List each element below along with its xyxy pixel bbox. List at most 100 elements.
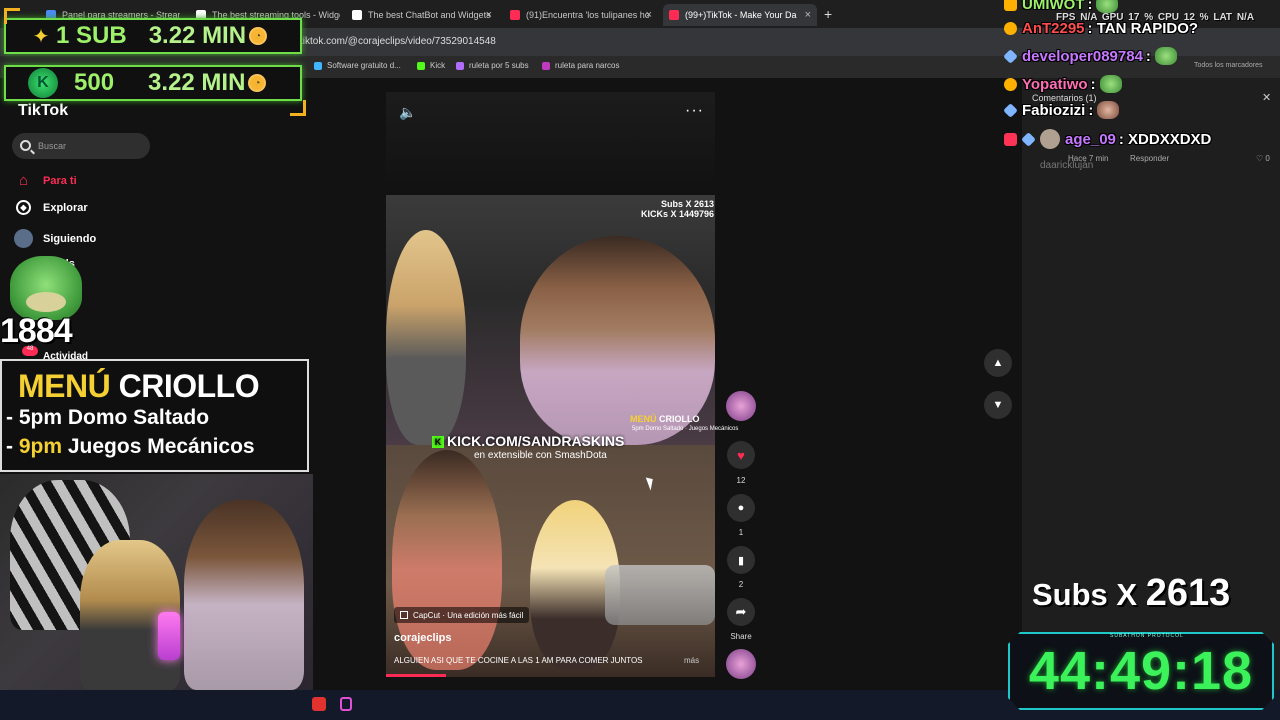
- chat-emote: [1097, 101, 1120, 119]
- activity-badge: 48: [22, 346, 38, 356]
- bookmark-icon: [542, 61, 550, 70]
- volume-icon[interactable]: 🔈: [399, 104, 416, 121]
- sidebar-item-label: Siguiendo: [43, 232, 97, 245]
- close-icon[interactable]: ×: [486, 9, 492, 21]
- bookmark-item[interactable]: ruleta por 5 subs: [456, 61, 529, 70]
- clock-icon: ◔: [248, 74, 267, 92]
- chat-message: developer089784 :: [1003, 47, 1177, 65]
- capcut-tag[interactable]: CapCut · Una edición más fácil: [394, 607, 530, 623]
- video-top-area: [386, 92, 715, 195]
- chat-message: UMIWOT :: [1004, 0, 1119, 13]
- share-icon: ➦: [735, 604, 747, 619]
- chat-text: :: [1087, 0, 1093, 13]
- video-person-left: [386, 230, 466, 445]
- taskbar-app-icon[interactable]: [312, 697, 326, 711]
- chat-emote: [1099, 75, 1122, 93]
- chat-message: AnT2295 : TAN RAPIDO?: [1004, 20, 1198, 37]
- tab-favicon: [510, 10, 520, 20]
- home-icon: ⌂: [18, 172, 29, 189]
- video-kick-url: K KICK.COM/SANDRASKINS: [432, 433, 624, 449]
- illustration-pots: [605, 565, 715, 625]
- sidebar-item-explorar[interactable]: ◆ Explorar: [14, 200, 88, 215]
- share-label: Share: [730, 632, 752, 641]
- chat-message: age_09 : XDDXXDXD: [1004, 129, 1211, 149]
- browser-tab-active[interactable]: (99+)TikTok - Make Your Da ×: [663, 4, 817, 26]
- chevron-down-icon: ▼: [992, 399, 1004, 411]
- tab-favicon: [669, 10, 679, 20]
- caption-more-link[interactable]: más: [684, 656, 699, 665]
- bookmark-label: Kick: [430, 61, 446, 70]
- browser-tab[interactable]: The best ChatBot and Widgets ×: [346, 4, 498, 26]
- sidebar-item-para-ti[interactable]: ⌂ Para ti: [14, 171, 77, 190]
- video-menu-a: MENÚ: [630, 414, 657, 424]
- menu-item-prefix: -: [6, 435, 19, 458]
- comment-count: 1: [738, 528, 744, 537]
- heart-icon: ♥: [737, 447, 745, 463]
- share-button[interactable]: ➦: [727, 598, 755, 626]
- bookmark-item[interactable]: Software gratuito d...: [314, 61, 401, 70]
- creator-avatar[interactable]: [726, 391, 756, 421]
- previous-video-button[interactable]: ▲: [984, 349, 1012, 377]
- comment-icon: ●: [737, 502, 745, 514]
- video-author[interactable]: corajeclips: [394, 632, 451, 644]
- music-disc-avatar[interactable]: [726, 649, 756, 679]
- chat-username: Fabiozizi: [1022, 101, 1086, 119]
- taskbar-app-icon[interactable]: [340, 697, 352, 711]
- bookmark-item[interactable]: Kick: [417, 61, 445, 70]
- subs-label: Subs X: [1032, 577, 1138, 612]
- sidebar-item-siguiendo[interactable]: Siguiendo: [14, 229, 96, 248]
- chat-badge: [1004, 77, 1017, 91]
- like-count: 12: [736, 476, 746, 485]
- new-tab-button[interactable]: +: [824, 6, 832, 22]
- like-button[interactable]: ♥: [727, 441, 755, 469]
- all-bookmarks[interactable]: Todos los marcadores: [1194, 62, 1262, 69]
- avatar: [1040, 129, 1060, 149]
- heart-outline-icon: ♡: [1256, 154, 1264, 163]
- chat-username: Yopatiwo: [1022, 75, 1088, 93]
- save-button[interactable]: ▮: [727, 546, 755, 574]
- chat-message: Yopatiwo :: [1004, 75, 1122, 93]
- chat-text: :: [1145, 47, 1151, 65]
- sidebar-item-label: Explorar: [43, 201, 88, 214]
- next-video-button[interactable]: ▼: [984, 391, 1012, 419]
- close-icon[interactable]: ×: [646, 9, 652, 21]
- capcut-icon: [400, 611, 408, 619]
- menu-item-text: Domo Saltado: [62, 406, 210, 429]
- comment-username[interactable]: daarickluján: [1040, 160, 1093, 171]
- following-icon: [14, 229, 33, 248]
- tiktok-logo[interactable]: TikTok: [18, 102, 68, 120]
- chat-text: :: [1088, 101, 1094, 119]
- kick-icon: K: [432, 436, 444, 448]
- video-kick-url-text: KICK.COM/SANDRASKINS: [447, 433, 625, 449]
- chat-text: :: [1090, 75, 1096, 93]
- webcam-lamp: [158, 612, 180, 660]
- bookmark-label: Software gratuito d...: [327, 61, 401, 70]
- subathon-timer: 44:49:18: [1028, 641, 1254, 701]
- frog-emote: [10, 256, 82, 320]
- reply-button[interactable]: Responder: [1130, 154, 1169, 163]
- close-icon[interactable]: ×: [805, 9, 811, 21]
- video-menu-overlay: MENÚ CRIOLLO: [630, 414, 700, 424]
- more-options-icon[interactable]: ···: [685, 102, 704, 120]
- comment-like[interactable]: ♡ 0: [1256, 154, 1270, 163]
- browser-tab[interactable]: (91)Encuentra 'los tulipanes ho ×: [504, 4, 658, 26]
- clock-icon: ◔: [249, 27, 268, 45]
- search-input[interactable]: [12, 133, 150, 159]
- bookmark-item[interactable]: ruleta para narcos: [542, 61, 619, 70]
- comment-button[interactable]: ●: [727, 494, 755, 522]
- diamond-badge-icon: [1003, 102, 1018, 118]
- chat-text: : XDDXXDXD: [1118, 130, 1212, 148]
- video-progress-bar[interactable]: [386, 674, 446, 677]
- video-kick-subtext: en extensible con SmashDota: [474, 450, 607, 461]
- diamond-badge-icon: [1021, 131, 1036, 147]
- url-field[interactable]: tiktok.com/@corajeclips/video/7352901454…: [300, 36, 496, 47]
- tab-title: (99+)TikTok - Make Your Da: [685, 10, 797, 20]
- menu-item-text: Juegos Mecánicos: [62, 435, 255, 458]
- video-kicks-text: KICKs X 1449796: [640, 209, 714, 219]
- tab-favicon: [352, 10, 362, 20]
- bookmark-icon: ▮: [737, 554, 745, 567]
- chat-emote: [1154, 47, 1177, 65]
- close-icon[interactable]: ✕: [1262, 91, 1271, 104]
- menu-item: - 9pm Juegos Mecánicos: [6, 435, 255, 459]
- video-subs-text: Subs X 2613: [660, 199, 714, 209]
